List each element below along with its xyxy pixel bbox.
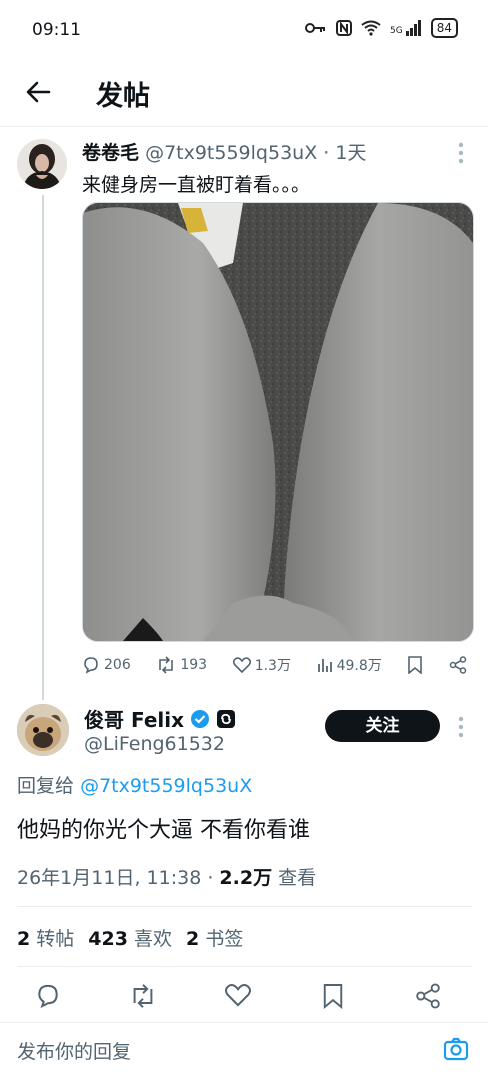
header-divider	[0, 126, 488, 127]
author-name[interactable]: 卷卷毛	[82, 142, 139, 164]
reply-view-count[interactable]: 2.2万	[219, 867, 272, 889]
thread-line	[42, 195, 44, 700]
reposts-stat[interactable]: 2 转帖	[17, 924, 74, 951]
reply-date: 26年1月11日, 11:38 ·	[17, 867, 220, 889]
avatar[interactable]	[17, 139, 67, 189]
verified-badge-icon	[190, 709, 210, 729]
like-count: 1.3万	[254, 658, 291, 674]
stats-divider	[17, 966, 472, 967]
reply-input[interactable]: 发布你的回复	[17, 1037, 131, 1064]
wifi-icon	[361, 20, 381, 36]
battery-icon: 84	[430, 18, 458, 38]
affiliate-badge-icon	[216, 709, 236, 729]
repost-action[interactable]: 193	[156, 656, 207, 674]
reply-count: 206	[104, 657, 131, 673]
share-action[interactable]	[449, 656, 467, 674]
likes-label: 喜欢	[134, 928, 173, 950]
view-count: 49.8万	[336, 658, 382, 674]
post-text: 来健身房一直被盯着看。。。	[82, 174, 311, 196]
bookmark-button-icon[interactable]	[303, 983, 363, 1011]
author-handle[interactable]: @7tx9t559lq53uX	[145, 142, 317, 164]
likes-stat[interactable]: 423 喜欢	[88, 924, 172, 951]
reply-composer: 发布你的回复	[0, 1022, 488, 1081]
follow-button[interactable]: 关注	[325, 710, 440, 742]
key-icon	[305, 21, 327, 35]
share-icon	[449, 656, 467, 674]
reply-author-handle[interactable]: @LiFeng61532	[84, 733, 225, 755]
reply-stats: 2 转帖 423 喜欢 2 书签	[17, 924, 243, 951]
camera-icon[interactable]	[442, 1035, 470, 1063]
reply-more-icon[interactable]	[458, 716, 464, 738]
like-action[interactable]: 1.3万	[232, 655, 291, 675]
replying-to-handle[interactable]: @7tx9t559lq53uX	[80, 775, 252, 797]
nfc-icon	[336, 20, 353, 36]
top-nav: 发帖	[0, 62, 488, 122]
more-icon[interactable]	[458, 142, 464, 164]
back-arrow-icon[interactable]	[24, 78, 52, 106]
status-icons: 5G 84	[305, 18, 458, 38]
post-action-bar: 206 193 1.3万 49.8万	[82, 652, 467, 678]
post-time: 1天	[335, 142, 367, 164]
reply-avatar[interactable]	[17, 704, 69, 756]
network-label: 5G	[390, 26, 403, 36]
reply-view-label: 查看	[272, 867, 317, 889]
replying-to: 回复给 @7tx9t559lq53uX	[17, 771, 252, 798]
meta-divider	[17, 906, 472, 907]
bookmarks-label: 书签	[205, 928, 244, 950]
reply-author-row: 俊哥 Felix	[84, 704, 236, 733]
page-title: 发帖	[96, 81, 150, 112]
reply-action[interactable]: 206	[82, 656, 131, 674]
status-time: 09:11	[32, 20, 81, 40]
repost-icon	[156, 656, 176, 674]
author-row: 卷卷毛 @7tx9t559lq53uX · 1天	[82, 138, 366, 165]
bookmark-icon	[407, 656, 423, 674]
likes-count: 423	[88, 928, 128, 950]
repost-button-icon[interactable]	[113, 983, 173, 1011]
status-bar: 09:11 5G 84	[0, 0, 488, 62]
signal-icon: 5G	[390, 20, 422, 36]
reply-author-name[interactable]: 俊哥 Felix	[84, 704, 184, 733]
reposts-count: 2	[17, 928, 31, 950]
like-button-icon[interactable]	[208, 983, 268, 1011]
bookmark-action[interactable]	[407, 656, 423, 674]
reposts-label: 转帖	[36, 928, 75, 950]
post-image[interactable]	[82, 202, 474, 642]
reply-icon	[82, 656, 100, 674]
reply-text: 他妈的你光个大逼 不看你看谁	[17, 818, 310, 843]
bookmarks-stat[interactable]: 2 书签	[186, 924, 243, 951]
reply-meta: 26年1月11日, 11:38 · 2.2万 查看	[17, 863, 316, 890]
views-chart-icon	[317, 657, 333, 673]
reply-button-icon[interactable]	[18, 983, 78, 1011]
share-button-icon[interactable]	[398, 983, 458, 1011]
replying-to-label: 回复给	[17, 775, 75, 797]
heart-icon	[232, 657, 251, 673]
views-action[interactable]: 49.8万	[317, 655, 382, 675]
repost-count: 193	[180, 657, 208, 673]
time-separator: ·	[323, 142, 330, 164]
reply-action-bar	[18, 983, 458, 1011]
bookmarks-count: 2	[186, 928, 200, 950]
